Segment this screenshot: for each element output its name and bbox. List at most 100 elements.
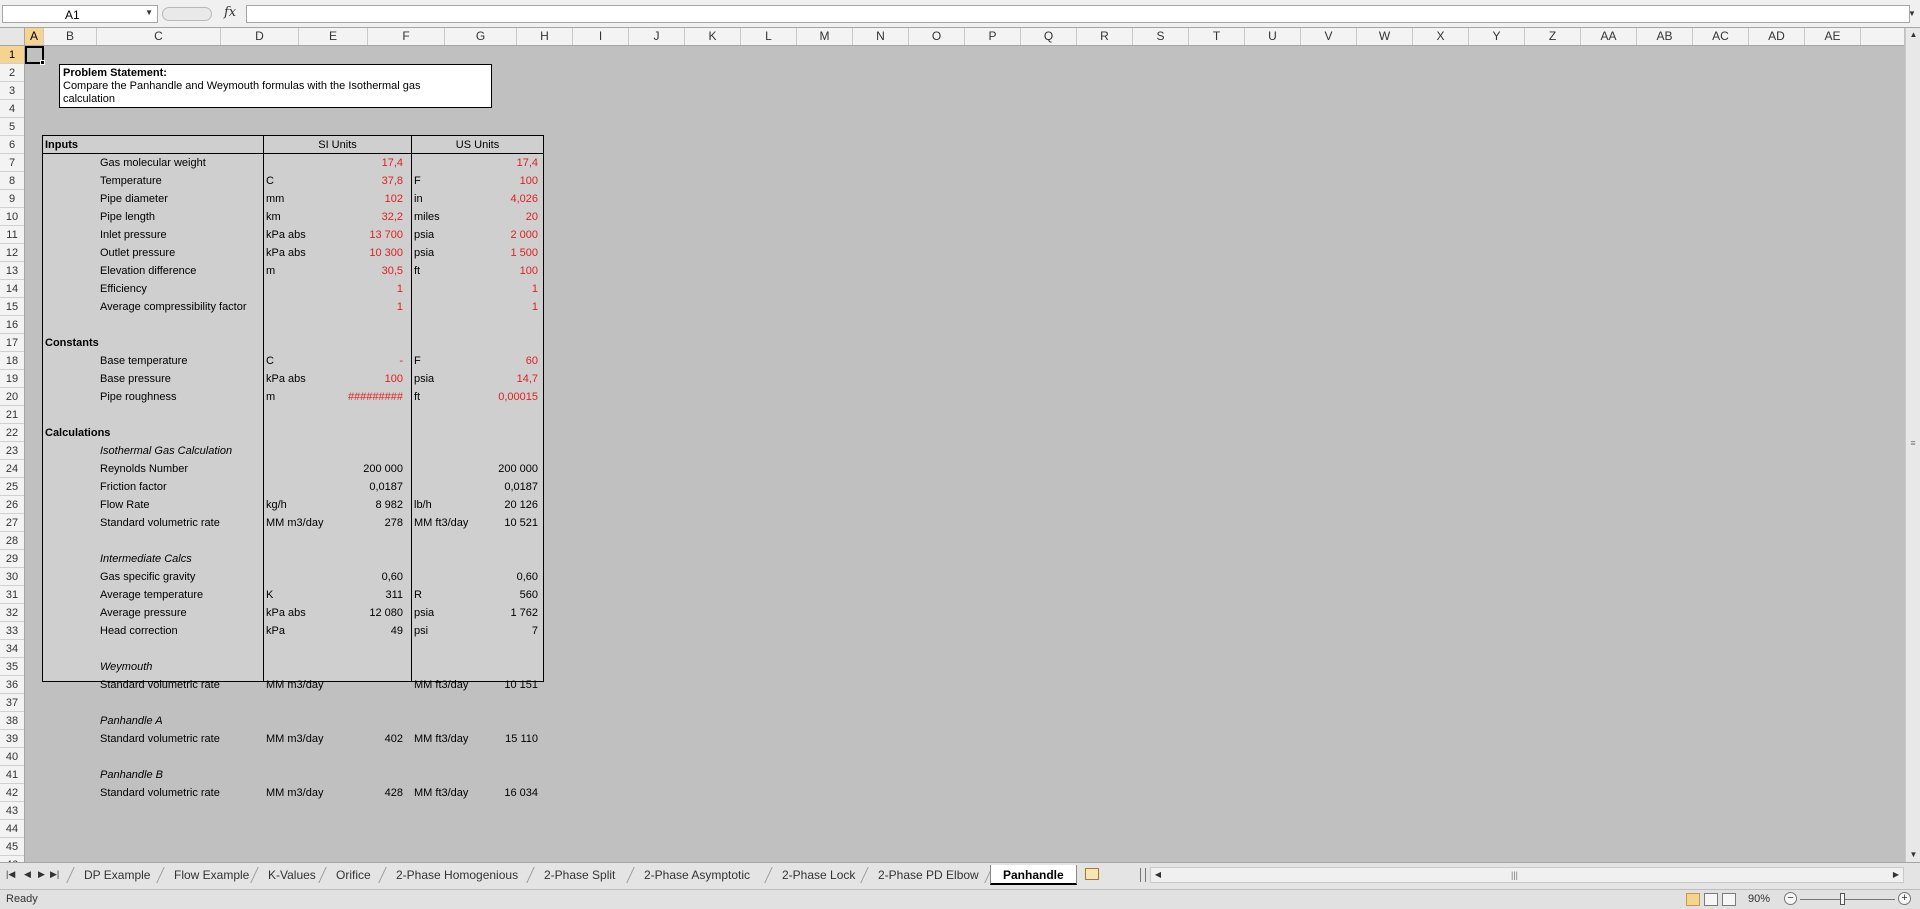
column-header-w[interactable]: W <box>1357 28 1413 45</box>
column-header-u[interactable]: U <box>1245 28 1301 45</box>
us-value[interactable]: 1 500 <box>484 244 538 262</box>
si-value[interactable]: 102 <box>336 190 403 208</box>
row-header-27[interactable]: 27 <box>0 514 24 532</box>
active-cell-a1[interactable] <box>25 46 45 65</box>
us-value[interactable]: 100 <box>484 262 538 280</box>
row-header-12[interactable]: 12 <box>0 244 24 262</box>
us-value[interactable]: 200 000 <box>484 460 538 478</box>
zoom-slider[interactable] <box>1800 899 1895 900</box>
si-value[interactable]: 200 000 <box>336 460 403 478</box>
sheet-tab-panhandle[interactable]: Panhandle <box>990 865 1077 885</box>
row-header-14[interactable]: 14 <box>0 280 24 298</box>
row-header-40[interactable]: 40 <box>0 748 24 766</box>
zoom-out-button[interactable]: − <box>1784 892 1797 905</box>
us-value[interactable]: 20 <box>484 208 538 226</box>
row-header-38[interactable]: 38 <box>0 712 24 730</box>
row-header-28[interactable]: 28 <box>0 532 24 550</box>
column-header-g[interactable]: G <box>445 28 517 45</box>
row-header-23[interactable]: 23 <box>0 442 24 460</box>
row-header-22[interactable]: 22 <box>0 424 24 442</box>
prev-sheet-icon[interactable]: ◀ <box>24 869 31 880</box>
si-value[interactable]: 37,8 <box>336 172 403 190</box>
sheet-tab-2-phase-asymptotic[interactable]: 2-Phase Asymptotic <box>632 865 762 885</box>
row-header-11[interactable]: 11 <box>0 226 24 244</box>
si-value[interactable]: 49 <box>336 622 403 640</box>
vertical-scrollbar[interactable]: ▲ ≡ ▼ <box>1905 28 1920 862</box>
zoom-slider-thumb[interactable] <box>1840 893 1845 905</box>
us-value[interactable]: 17,4 <box>484 154 538 172</box>
si-value[interactable]: 17,4 <box>336 154 403 172</box>
column-header-n[interactable]: N <box>853 28 909 45</box>
name-box[interactable]: A1 ▼ <box>2 5 158 23</box>
column-header-q[interactable]: Q <box>1021 28 1077 45</box>
row-header-21[interactable]: 21 <box>0 406 24 424</box>
row-header-30[interactable]: 30 <box>0 568 24 586</box>
us-value[interactable]: 0,0187 <box>484 478 538 496</box>
si-value[interactable]: 311 <box>336 586 403 604</box>
row-header-3[interactable]: 3 <box>0 82 24 100</box>
sheet-tab-orifice[interactable]: Orifice <box>324 865 383 885</box>
si-value[interactable] <box>336 676 403 694</box>
row-header-33[interactable]: 33 <box>0 622 24 640</box>
row-header-17[interactable]: 17 <box>0 334 24 352</box>
row-header-34[interactable]: 34 <box>0 640 24 658</box>
si-value[interactable]: 12 080 <box>336 604 403 622</box>
us-value[interactable]: 16 034 <box>484 784 538 802</box>
column-header-aa[interactable]: AA <box>1581 28 1637 45</box>
us-value[interactable]: 0,60 <box>484 568 538 586</box>
us-value[interactable]: 10 151 <box>484 676 538 694</box>
us-value[interactable]: 4,026 <box>484 190 538 208</box>
fill-handle[interactable] <box>40 60 45 65</box>
scroll-grip-icon[interactable]: ≡ <box>1908 438 1918 448</box>
row-header-18[interactable]: 18 <box>0 352 24 370</box>
column-header-y[interactable]: Y <box>1469 28 1525 45</box>
scroll-right-icon[interactable]: ▶ <box>1889 868 1903 882</box>
row-header-32[interactable]: 32 <box>0 604 24 622</box>
horizontal-scrollbar[interactable]: ◀ ||| ▶ <box>1150 867 1904 883</box>
si-value[interactable]: 30,5 <box>336 262 403 280</box>
row-header-36[interactable]: 36 <box>0 676 24 694</box>
us-value[interactable]: 10 521 <box>484 514 538 532</box>
us-value[interactable]: 100 <box>484 172 538 190</box>
chevron-down-icon[interactable]: ▼ <box>145 8 153 17</box>
row-header-24[interactable]: 24 <box>0 460 24 478</box>
us-value[interactable]: 0,00015 <box>484 388 538 406</box>
column-header-d[interactable]: D <box>221 28 299 45</box>
si-value[interactable]: 32,2 <box>336 208 403 226</box>
column-header-f[interactable]: F <box>368 28 445 45</box>
column-header-i[interactable]: I <box>573 28 629 45</box>
insert-sheet-icon[interactable] <box>1085 868 1099 880</box>
us-value[interactable]: 1 <box>484 280 538 298</box>
si-value[interactable]: 402 <box>336 730 403 748</box>
si-value[interactable]: 100 <box>336 370 403 388</box>
row-header-5[interactable]: 5 <box>0 118 24 136</box>
sheet-tab-dp-example[interactable]: DP Example <box>72 865 162 885</box>
row-header-31[interactable]: 31 <box>0 586 24 604</box>
row-header-6[interactable]: 6 <box>0 136 24 154</box>
normal-view-button[interactable] <box>1686 893 1700 906</box>
column-header-z[interactable]: Z <box>1525 28 1581 45</box>
next-sheet-icon[interactable]: ▶ <box>38 869 45 880</box>
sheet-tab-2-phase-split[interactable]: 2-Phase Split <box>532 865 627 885</box>
si-value[interactable]: 0,0187 <box>336 478 403 496</box>
column-header-ae[interactable]: AE <box>1805 28 1861 45</box>
column-header-x[interactable]: X <box>1413 28 1469 45</box>
worksheet-grid[interactable]: Problem Statement: Compare the Panhandle… <box>25 46 1905 862</box>
row-header-10[interactable]: 10 <box>0 208 24 226</box>
row-header-26[interactable]: 26 <box>0 496 24 514</box>
row-header-35[interactable]: 35 <box>0 658 24 676</box>
scroll-up-icon[interactable]: ▲ <box>1906 28 1920 42</box>
us-value[interactable]: 20 126 <box>484 496 538 514</box>
us-value[interactable]: 2 000 <box>484 226 538 244</box>
column-header-a[interactable]: A <box>25 28 44 45</box>
column-header-m[interactable]: M <box>797 28 853 45</box>
si-value[interactable]: - <box>336 352 403 370</box>
tab-split-handle[interactable] <box>1140 868 1146 882</box>
scroll-down-icon[interactable]: ▼ <box>1906 848 1920 862</box>
row-header-2[interactable]: 2 <box>0 64 24 82</box>
column-header-p[interactable]: P <box>965 28 1021 45</box>
column-header-ac[interactable]: AC <box>1693 28 1749 45</box>
row-header-37[interactable]: 37 <box>0 694 24 712</box>
row-header-1[interactable]: 1 <box>0 46 24 64</box>
sheet-tab-k-values[interactable]: K-Values <box>256 865 328 885</box>
